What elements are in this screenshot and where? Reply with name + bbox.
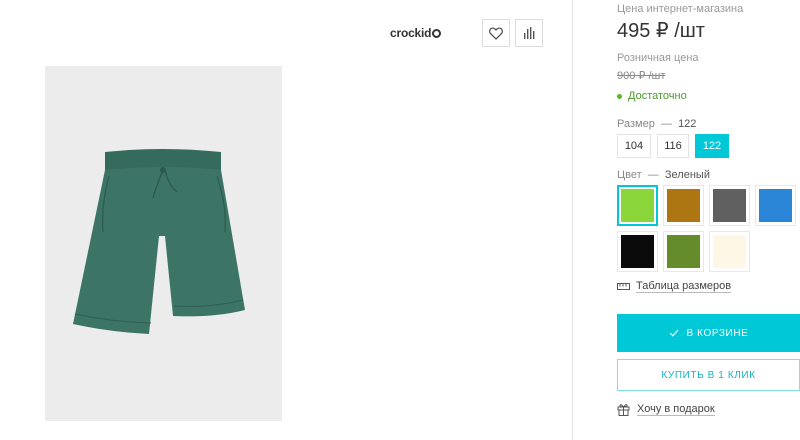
swatch-fill bbox=[759, 189, 792, 222]
shorts-image bbox=[73, 149, 245, 334]
swatch-fill bbox=[621, 189, 654, 222]
brand-name: crockid bbox=[390, 26, 432, 40]
size-label: Размер — 122 bbox=[617, 118, 696, 130]
ruler-icon bbox=[617, 283, 630, 290]
retail-price: 900 ₽ /шт bbox=[617, 70, 666, 82]
color-swatch-lime[interactable] bbox=[617, 185, 658, 226]
compare-button[interactable] bbox=[515, 19, 543, 47]
color-swatch-olive[interactable] bbox=[663, 231, 704, 272]
color-swatch-mustard[interactable] bbox=[663, 185, 704, 226]
size-label-text: Размер bbox=[617, 118, 655, 130]
gift-link[interactable]: Хочу в подарок bbox=[617, 403, 715, 416]
size-table-text: Таблица размеров bbox=[636, 280, 732, 293]
product-image[interactable] bbox=[45, 66, 282, 421]
color-label-text: Цвет bbox=[617, 169, 642, 181]
size-option-104[interactable]: 104 bbox=[617, 134, 651, 158]
buy-one-click-button[interactable]: КУПИТЬ В 1 КЛИК bbox=[617, 359, 800, 391]
brand-logo[interactable]: crockid bbox=[390, 26, 442, 40]
gift-text: Хочу в подарок bbox=[637, 403, 715, 416]
swatch-fill bbox=[667, 189, 700, 222]
size-selected-value: 122 bbox=[678, 118, 697, 130]
bar-chart-icon bbox=[524, 27, 535, 39]
color-swatch-blue[interactable] bbox=[755, 185, 796, 226]
color-swatch-black[interactable] bbox=[617, 231, 658, 272]
stock-dot-icon bbox=[617, 93, 622, 99]
size-options: 104 116 122 bbox=[617, 134, 729, 158]
size-option-122[interactable]: 122 bbox=[695, 134, 729, 158]
check-icon bbox=[669, 329, 678, 337]
swatch-fill bbox=[713, 235, 746, 268]
heart-icon bbox=[489, 26, 503, 40]
online-price: 495 ₽ /шт bbox=[617, 20, 705, 42]
buy-one-click-label: КУПИТЬ В 1 КЛИК bbox=[661, 369, 756, 381]
size-option-116[interactable]: 116 bbox=[657, 134, 689, 158]
color-dash: — bbox=[647, 169, 659, 181]
retail-price-label: Розничная цена bbox=[617, 52, 699, 64]
swatch-fill bbox=[713, 189, 746, 222]
swatch-fill bbox=[621, 235, 654, 268]
brand-mark-icon bbox=[432, 28, 442, 38]
stock-status: Достаточно bbox=[617, 90, 687, 102]
color-swatch-cream[interactable] bbox=[709, 231, 750, 272]
size-table-link[interactable]: Таблица размеров bbox=[617, 280, 732, 293]
online-price-label: Цена интернет-магазина bbox=[617, 3, 744, 15]
favorite-button[interactable] bbox=[482, 19, 510, 47]
in-cart-label: В КОРЗИНЕ bbox=[686, 327, 749, 339]
size-dash: — bbox=[660, 118, 672, 130]
in-cart-button[interactable]: В КОРЗИНЕ bbox=[617, 314, 800, 352]
swatch-fill bbox=[667, 235, 700, 268]
divider bbox=[572, 0, 573, 440]
color-swatch-gray[interactable] bbox=[709, 185, 750, 226]
stock-text: Достаточно bbox=[628, 90, 687, 102]
color-label: Цвет — Зеленый bbox=[617, 169, 710, 181]
gift-icon bbox=[617, 404, 630, 416]
color-selected-value: Зеленый bbox=[664, 169, 710, 181]
